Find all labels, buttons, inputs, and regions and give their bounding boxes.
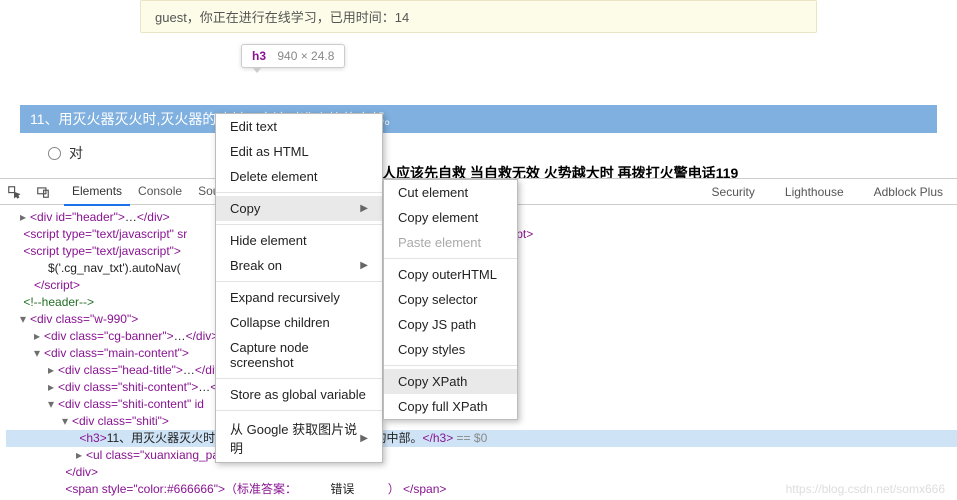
submenu-outerhtml[interactable]: Copy outerHTML bbox=[384, 262, 517, 287]
menu-separator bbox=[216, 224, 382, 225]
tooltip-tag: h3 bbox=[252, 49, 266, 63]
menu-edit-html[interactable]: Edit as HTML bbox=[216, 139, 382, 164]
menu-google-image[interactable]: 从 Google 获取图片说明▶ bbox=[216, 414, 382, 462]
selected-node[interactable]: <h3>11、用灭火器灭火时,灭火器的喷射口应该对准火焰的中部。</h3> ==… bbox=[6, 430, 957, 447]
menu-expand[interactable]: Expand recursively bbox=[216, 285, 382, 310]
menu-separator bbox=[384, 258, 517, 259]
submenu-xpath[interactable]: Copy XPath bbox=[384, 369, 517, 394]
submenu-jspath[interactable]: Copy JS path bbox=[384, 312, 517, 337]
submenu-cut[interactable]: Cut element bbox=[384, 180, 517, 205]
device-icon[interactable] bbox=[35, 184, 50, 199]
option-label: 对 bbox=[69, 143, 83, 163]
menu-break-on[interactable]: Break on▶ bbox=[216, 253, 382, 278]
menu-store[interactable]: Store as global variable bbox=[216, 382, 382, 407]
copy-submenu[interactable]: Cut element Copy element Paste element C… bbox=[383, 179, 518, 420]
tab-adblock[interactable]: Adblock Plus bbox=[866, 179, 951, 205]
question-heading: 11、用灭火器灭火时,灭火器的喷射口应该对准火焰的中部。 bbox=[20, 105, 937, 133]
element-tooltip: h3 940 × 24.8 bbox=[241, 44, 345, 68]
context-menu[interactable]: Edit text Edit as HTML Delete element Co… bbox=[215, 113, 383, 463]
menu-separator bbox=[216, 378, 382, 379]
menu-separator bbox=[216, 410, 382, 411]
watermark: https://blog.csdn.net/somx666 bbox=[786, 482, 945, 496]
tab-elements[interactable]: Elements bbox=[64, 178, 130, 206]
tab-lighthouse[interactable]: Lighthouse bbox=[777, 179, 852, 205]
menu-separator bbox=[384, 365, 517, 366]
guest-status-bar: guest，你正在进行在线学习，已用时间：14 bbox=[140, 0, 817, 33]
submenu-paste: Paste element bbox=[384, 230, 517, 255]
menu-collapse[interactable]: Collapse children bbox=[216, 310, 382, 335]
menu-delete[interactable]: Delete element bbox=[216, 164, 382, 189]
menu-separator bbox=[216, 192, 382, 193]
chevron-right-icon: ▶ bbox=[360, 433, 368, 444]
menu-copy[interactable]: Copy▶ bbox=[216, 196, 382, 221]
submenu-selector[interactable]: Copy selector bbox=[384, 287, 517, 312]
submenu-full-xpath[interactable]: Copy full XPath bbox=[384, 394, 517, 419]
menu-edit-text[interactable]: Edit text bbox=[216, 114, 382, 139]
radio-icon[interactable] bbox=[48, 147, 61, 160]
menu-hide[interactable]: Hide element bbox=[216, 228, 382, 253]
menu-capture[interactable]: Capture node screenshot bbox=[216, 335, 382, 375]
submenu-copy-element[interactable]: Copy element bbox=[384, 205, 517, 230]
chevron-right-icon: ▶ bbox=[360, 203, 368, 214]
option-row[interactable]: 对 bbox=[48, 143, 957, 163]
inspect-icon[interactable] bbox=[6, 184, 21, 199]
submenu-styles[interactable]: Copy styles bbox=[384, 337, 517, 362]
chevron-right-icon: ▶ bbox=[360, 260, 368, 271]
menu-separator bbox=[216, 281, 382, 282]
tab-console[interactable]: Console bbox=[130, 178, 190, 206]
tooltip-dimensions: 940 × 24.8 bbox=[277, 49, 334, 63]
tab-security[interactable]: Security bbox=[704, 179, 763, 205]
